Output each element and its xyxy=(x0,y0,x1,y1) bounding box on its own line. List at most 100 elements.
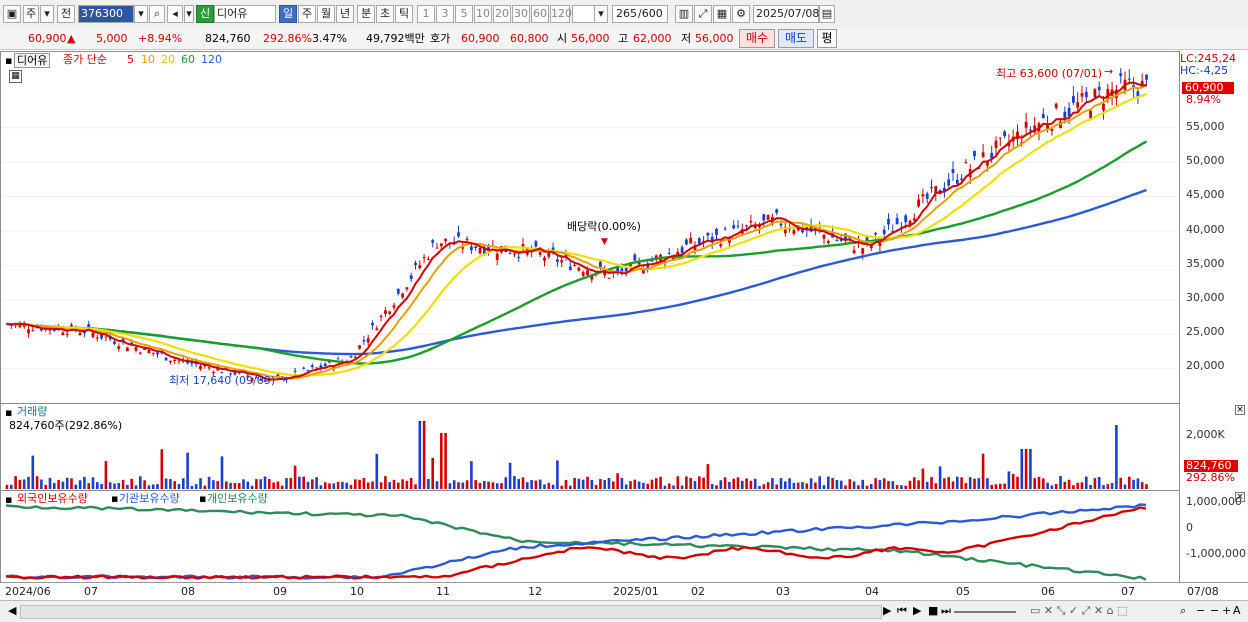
zoom-search-icon[interactable]: ⌕ xyxy=(1180,604,1186,617)
code-dropdown-icon[interactable]: ▾ xyxy=(134,5,148,23)
skip-forward-icon[interactable]: ⏭ xyxy=(941,604,951,617)
interval-20[interactable]: 20 xyxy=(493,5,511,23)
interval-1[interactable]: 1 xyxy=(417,5,435,23)
candle-body xyxy=(1003,131,1006,137)
interval-120[interactable]: 120 xyxy=(550,5,572,23)
zoom-out-icon[interactable]: − xyxy=(1196,604,1205,617)
timeframe-second[interactable]: 초 xyxy=(376,5,394,23)
zoom-in-icon[interactable]: + xyxy=(1222,604,1231,617)
line-tool-icon[interactable]: ⤢ xyxy=(694,5,712,23)
candle-body xyxy=(1029,129,1032,131)
volume-bar xyxy=(590,479,594,489)
volume-close-icon[interactable]: × xyxy=(1235,405,1245,415)
dividend-marker-icon: ▼ xyxy=(601,237,608,247)
volume-bar xyxy=(913,477,916,489)
interval-dropdown-icon[interactable]: ▾ xyxy=(594,5,608,23)
step-icon[interactable]: ▶ xyxy=(913,604,921,617)
scroll-left-icon[interactable]: ◀ xyxy=(8,604,16,617)
font-size-icon[interactable]: A xyxy=(1233,604,1241,617)
minus-icon[interactable]: − xyxy=(1210,604,1219,617)
volume-bar xyxy=(1085,476,1088,489)
count-input[interactable]: 265 xyxy=(612,5,638,23)
candle-body xyxy=(104,336,108,338)
price-axis: LC:245,24 HC:-4,25 60,900 8.94% 55,000 5… xyxy=(1180,51,1248,404)
candle-body xyxy=(306,370,310,372)
candle-body xyxy=(998,137,1002,139)
speaker-icon[interactable]: ◂ xyxy=(167,5,183,23)
eval-button[interactable]: 평 xyxy=(817,29,837,48)
gear-icon[interactable]: ⚙ xyxy=(732,5,750,23)
volume-bar xyxy=(1080,482,1084,489)
period-select[interactable]: 주 xyxy=(23,5,39,23)
prev-button[interactable]: 전 xyxy=(57,5,75,23)
skip-back-icon[interactable]: ⏮ xyxy=(897,604,907,617)
zoom-slider[interactable] xyxy=(954,611,1016,613)
stock-name-field[interactable]: 디어유 xyxy=(214,5,276,23)
calendar-icon[interactable]: ▤ xyxy=(819,5,835,23)
candle-body xyxy=(955,179,959,184)
volume-bar xyxy=(689,478,692,489)
volume-bar xyxy=(147,485,151,489)
interval-3[interactable]: 3 xyxy=(436,5,454,23)
volume-bar xyxy=(878,480,882,489)
sell-button[interactable]: 매도 xyxy=(778,29,814,48)
volume-bar xyxy=(702,477,705,489)
search-icon[interactable]: ⌕ xyxy=(149,5,165,23)
volume-bar xyxy=(65,477,69,489)
interval-10[interactable]: 10 xyxy=(474,5,492,23)
volume-bar xyxy=(934,483,938,489)
timeframe-day[interactable]: 일 xyxy=(279,5,297,23)
volume-panel[interactable]: ▪ 거래량 824,760주(292.86%) xyxy=(0,403,1180,491)
volume-bar xyxy=(465,480,469,489)
timeframe-tick[interactable]: 틱 xyxy=(395,5,413,23)
volume-bar xyxy=(14,476,17,489)
timeframe-year[interactable]: 년 xyxy=(336,5,354,23)
volume-bar xyxy=(418,421,422,489)
x-axis: 2024/06 07 08 09 10 11 12 2025/01 02 03 … xyxy=(0,582,1248,599)
candle-icon[interactable]: ▥ xyxy=(675,5,693,23)
interval-30[interactable]: 30 xyxy=(512,5,530,23)
volume-bar xyxy=(113,483,116,489)
candle-body xyxy=(719,244,723,247)
volume-bar xyxy=(289,477,293,489)
interval-60[interactable]: 60 xyxy=(531,5,549,23)
holder-close-icon[interactable]: × xyxy=(1235,492,1245,502)
speaker-dropdown-icon[interactable]: ▾ xyxy=(184,5,194,23)
volume-bar xyxy=(1063,481,1067,489)
grid-icon[interactable]: ▦ xyxy=(713,5,731,23)
volume-bar xyxy=(758,485,761,489)
volume-bar xyxy=(814,482,817,489)
stock-code-input[interactable]: 376300 xyxy=(78,5,134,23)
volume-bar xyxy=(706,464,710,489)
date-input[interactable]: 2025/07/08 xyxy=(753,5,819,23)
volume-bar xyxy=(74,484,78,489)
holder-panel[interactable]: ▪ 외국인보유수량 ▪ 기관보유수량 ▪ 개인보유수량 xyxy=(0,490,1180,583)
x-label-09: 09 xyxy=(273,585,287,598)
candle-body xyxy=(779,223,783,226)
price-chart-panel[interactable]: ▪ 디어유 종가 단순 5 10 20 60 120 ▦ 최고 63,600 (… xyxy=(0,51,1180,404)
bottom-scrollbar[interactable]: ◀ ▶ ⏮ ▶ ■ ⏭ ▭ ✕ ⤡ ✓ ⤢ ✕ ⌂ ⬚ ⌕ − − + A xyxy=(0,600,1248,622)
timeframe-minute[interactable]: 분 xyxy=(357,5,375,23)
timeframe-month[interactable]: 월 xyxy=(317,5,335,23)
volume-bar xyxy=(586,476,589,489)
window-icon[interactable]: ▣ xyxy=(3,5,21,23)
candle-body xyxy=(874,232,877,235)
x-label-07b: 07 xyxy=(1121,585,1135,598)
scroll-right-icon[interactable]: ▶ xyxy=(883,604,891,617)
x-label-05: 05 xyxy=(956,585,970,598)
chevron-down-icon[interactable]: ▾ xyxy=(40,5,54,23)
tool-icons[interactable]: ▭ ✕ ⤡ ✓ ⤢ ✕ ⌂ ⬚ xyxy=(1030,604,1128,617)
timeframe-week[interactable]: 주 xyxy=(298,5,316,23)
volume-bar xyxy=(947,477,950,489)
buy-button[interactable]: 매수 xyxy=(739,29,775,48)
stop-icon[interactable]: ■ xyxy=(928,604,938,617)
scroll-track[interactable] xyxy=(20,605,882,619)
candle-body xyxy=(70,324,73,327)
volume-bar xyxy=(646,483,649,489)
candle-body xyxy=(470,246,473,251)
volume-axis: 2,000K 824,760 292.86% × xyxy=(1180,403,1248,491)
volume-bar xyxy=(594,484,598,489)
volume-bar xyxy=(637,481,641,489)
interval-5[interactable]: 5 xyxy=(455,5,473,23)
volume-bar xyxy=(259,479,262,489)
